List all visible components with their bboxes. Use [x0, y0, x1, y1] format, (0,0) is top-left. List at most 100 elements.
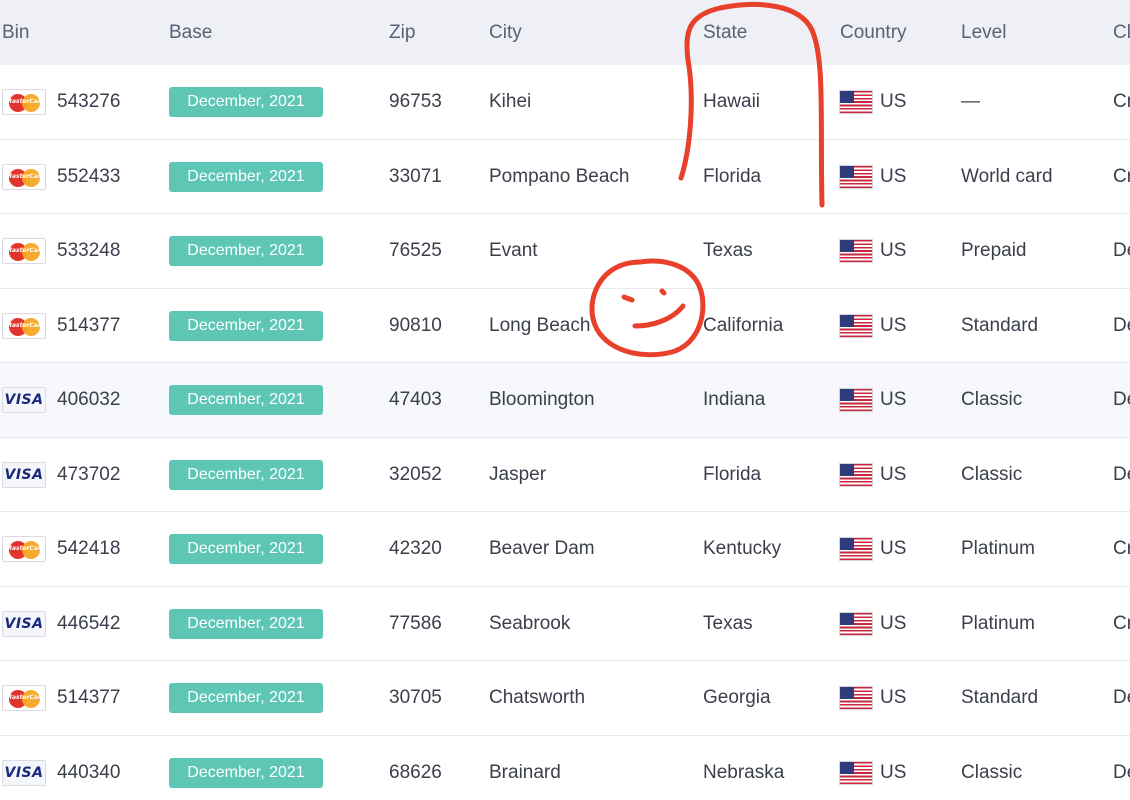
card-type-cell: De — [1113, 240, 1130, 261]
country-cell: US — [880, 389, 907, 410]
mastercard-card-icon: MasterCard — [2, 685, 46, 711]
base-badge: December, 2021 — [169, 236, 323, 266]
bin-number: 406032 — [57, 389, 121, 410]
table-row[interactable]: MasterCard 552433 December, 2021 33071 P… — [0, 139, 1130, 214]
base-badge: December, 2021 — [169, 608, 323, 639]
base-badge: December, 2021 — [169, 459, 323, 490]
country-cell: US — [880, 463, 907, 485]
state-cell: Kentucky — [703, 538, 782, 559]
column-header-country[interactable]: Country — [840, 0, 907, 65]
table-row[interactable]: MasterCard 533248 December, 2021 76525 E… — [0, 214, 1130, 289]
state-cell: Hawaii — [703, 91, 761, 112]
card-type-cell: Cr — [1113, 91, 1130, 112]
card-type-cell: De — [1113, 389, 1130, 410]
table-row[interactable]: VISA 440340 December, 2021 68626 Brainar… — [0, 735, 1130, 800]
country-cell: US — [880, 761, 907, 783]
bin-number: 552433 — [57, 165, 121, 187]
bin-number: 473702 — [57, 463, 121, 485]
country-cell: US — [880, 612, 907, 634]
base-badge: December, 2021 — [169, 161, 323, 192]
bin-number: 514377 — [57, 314, 121, 336]
card-type-cell: Cr — [1113, 612, 1130, 634]
column-header-city[interactable]: City — [489, 0, 522, 65]
column-header-level[interactable]: Level — [961, 0, 1006, 65]
card-type-cell: De — [1113, 761, 1130, 783]
us-flag-icon — [840, 389, 872, 411]
table-body: MasterCard 543276 December, 2021 96753 K… — [0, 65, 1130, 800]
bin-number: 543276 — [57, 91, 121, 112]
column-header-zip[interactable]: Zip — [389, 0, 415, 65]
bin-number: 533248 — [57, 240, 121, 261]
us-flag-icon — [840, 761, 872, 784]
level-cell: Platinum — [961, 612, 1035, 634]
base-badge: December, 2021 — [169, 757, 323, 788]
table-row[interactable]: VISA 473702 December, 2021 32052 Jasper … — [0, 437, 1130, 512]
us-flag-icon — [840, 687, 872, 709]
card-type-cell: De — [1113, 687, 1130, 708]
city-cell: Chatsworth — [489, 687, 586, 708]
zip-cell: 47403 — [389, 389, 442, 410]
level-cell: Standard — [961, 314, 1039, 336]
city-cell: Beaver Dam — [489, 538, 595, 559]
state-cell: Florida — [703, 165, 762, 187]
card-type-cell: De — [1113, 463, 1130, 485]
bin-number: 446542 — [57, 612, 121, 634]
state-cell: Florida — [703, 463, 762, 485]
table-row[interactable]: MasterCard 514377 December, 2021 90810 L… — [0, 288, 1130, 363]
us-flag-icon — [840, 612, 872, 635]
city-cell: Long Beach — [489, 314, 591, 336]
state-cell: Nebraska — [703, 761, 785, 783]
city-cell: Brainard — [489, 761, 561, 783]
visa-card-icon: VISA — [2, 759, 46, 786]
base-badge: December, 2021 — [169, 87, 323, 117]
us-flag-icon — [840, 463, 872, 486]
us-flag-icon — [840, 538, 872, 560]
visa-card-icon: VISA — [2, 461, 46, 488]
table-row[interactable]: MasterCard 542418 December, 2021 42320 B… — [0, 512, 1130, 587]
base-badge: December, 2021 — [169, 683, 323, 713]
level-cell: Classic — [961, 463, 1023, 485]
us-flag-icon — [840, 240, 872, 262]
zip-cell: 96753 — [389, 91, 442, 112]
bin-number: 542418 — [57, 538, 121, 559]
mastercard-card-icon: MasterCard — [2, 89, 46, 115]
level-cell: World card — [961, 165, 1053, 187]
column-header-base[interactable]: Base — [169, 0, 212, 65]
base-badge: December, 2021 — [169, 310, 323, 341]
table-row[interactable]: VISA 406032 December, 2021 47403 Bloomin… — [0, 363, 1130, 438]
level-cell: Standard — [961, 687, 1039, 708]
city-cell: Jasper — [489, 463, 547, 485]
us-flag-icon — [840, 165, 872, 188]
zip-cell: 77586 — [389, 612, 442, 634]
city-cell: Bloomington — [489, 389, 595, 410]
level-cell: Classic — [961, 761, 1023, 783]
state-cell: Texas — [703, 612, 753, 634]
column-header-cl[interactable]: Cl — [1113, 0, 1130, 65]
us-flag-icon — [840, 91, 872, 113]
mastercard-card-icon: MasterCard — [2, 312, 46, 339]
zip-cell: 90810 — [389, 314, 442, 336]
city-cell: Seabrook — [489, 612, 571, 634]
city-cell: Kihei — [489, 91, 532, 112]
level-cell: — — [961, 91, 980, 112]
zip-cell: 76525 — [389, 240, 442, 261]
country-cell: US — [880, 687, 907, 708]
zip-cell: 33071 — [389, 165, 442, 187]
table-row[interactable]: MasterCard 514377 December, 2021 30705 C… — [0, 661, 1130, 736]
table-row[interactable]: VISA 446542 December, 2021 77586 Seabroo… — [0, 586, 1130, 661]
state-cell: California — [703, 314, 784, 336]
table-row[interactable]: MasterCard 543276 December, 2021 96753 K… — [0, 65, 1130, 140]
column-header-bin[interactable]: Bin — [2, 0, 29, 65]
level-cell: Platinum — [961, 538, 1035, 559]
visa-card-icon: VISA — [2, 387, 46, 413]
zip-cell: 68626 — [389, 761, 442, 783]
column-header-state[interactable]: State — [703, 0, 747, 65]
country-cell: US — [880, 91, 907, 112]
state-cell: Georgia — [703, 687, 771, 708]
mastercard-card-icon: MasterCard — [2, 536, 46, 562]
bin-table: Bin Base Zip City State Country Level Cl… — [0, 0, 1130, 800]
mastercard-card-icon: MasterCard — [2, 163, 46, 190]
zip-cell: 30705 — [389, 687, 442, 708]
zip-cell: 42320 — [389, 538, 442, 559]
city-cell: Evant — [489, 240, 538, 261]
